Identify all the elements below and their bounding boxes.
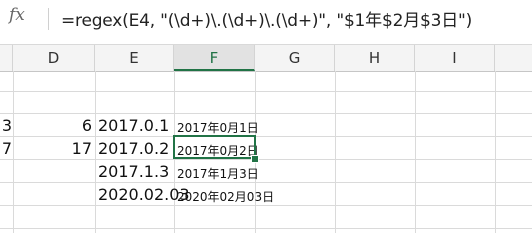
gridline [0,205,532,206]
column-header-i[interactable]: I [415,45,495,71]
fill-handle[interactable] [251,155,259,163]
gridline [0,113,532,114]
column-header-e[interactable]: E [95,45,174,71]
cell-d3[interactable]: 6 [13,116,92,135]
insert-function-button[interactable]: fx [0,3,40,33]
gridline [415,71,416,233]
active-cell-selection [173,135,256,159]
spreadsheet-grid[interactable]: 3 6 2017.0.1 2017年0月1日 7 17 2017.0.2 201… [0,71,532,233]
cell-f3[interactable]: 2017年0月1日 [177,119,259,136]
column-header-d[interactable]: D [13,45,95,71]
gridline [495,71,496,233]
cell-e5[interactable]: 2017.1.3 [98,162,169,181]
column-header-f[interactable]: F [174,45,255,71]
column-header-g[interactable]: G [255,45,335,71]
cell-c3[interactable]: 3 [0,116,12,135]
cell-f5[interactable]: 2017年1月3日 [177,165,259,182]
formula-bar-divider [48,8,49,30]
gridline [0,228,532,229]
cell-d4[interactable]: 17 [13,139,92,158]
gridline [95,71,96,233]
cell-e3[interactable]: 2017.0.1 [98,116,169,135]
column-header-c[interactable] [0,45,13,71]
gridline [0,136,532,137]
formula-bar-gap [0,36,532,44]
gridline [335,71,336,233]
column-header-h[interactable]: H [335,45,415,71]
cell-e6[interactable]: 2020.02.03 [98,185,190,204]
gridline [0,159,532,160]
cell-f6[interactable]: 2020年02月03日 [177,188,274,205]
cell-c4[interactable]: 7 [0,139,12,158]
formula-bar: fx =regex(E4, "(\d+)\.(\d+)\.(\d+)", "$1… [0,0,532,36]
gridline [0,91,532,92]
fx-icon: fx [9,5,25,25]
cell-e4[interactable]: 2017.0.2 [98,139,169,158]
gridline [0,182,532,183]
column-header-row: D E F G H I [0,44,532,72]
formula-input[interactable]: =regex(E4, "(\d+)\.(\d+)\.(\d+)", "$1年$2… [61,6,472,31]
